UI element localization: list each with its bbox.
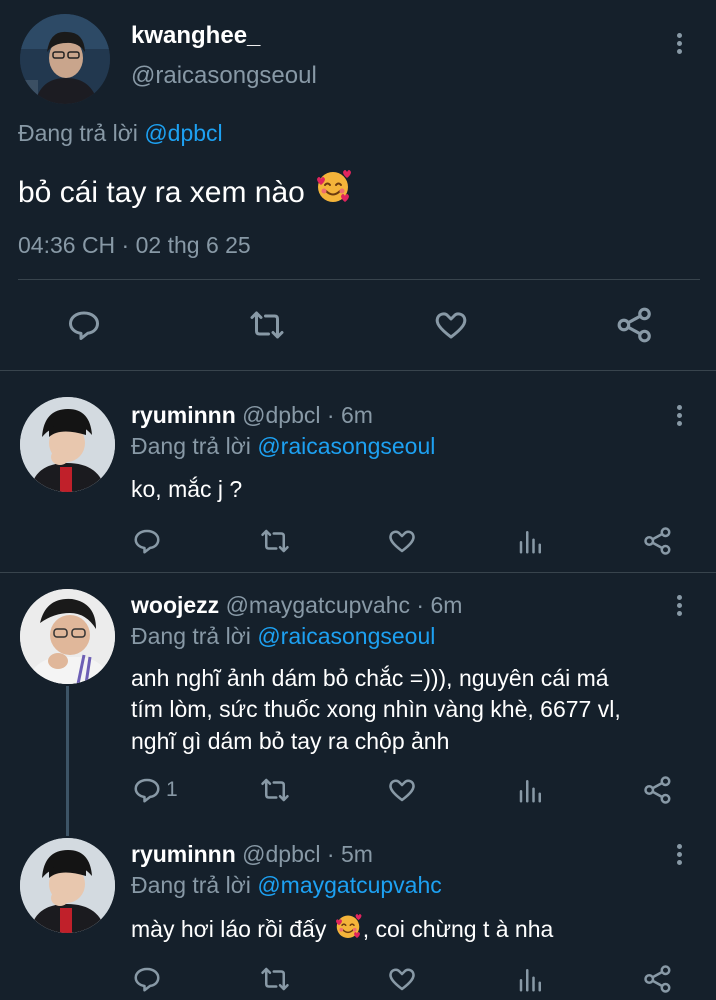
display-name[interactable]: ryuminnn: [131, 402, 236, 428]
avatar[interactable]: [20, 397, 115, 492]
replying-to-link[interactable]: @maygatcupvahc: [257, 872, 441, 898]
reply-icon[interactable]: [132, 775, 162, 805]
replying-to: Đang trả lời @maygatcupvahc: [131, 870, 442, 900]
replying-to-link[interactable]: @dpbcl: [144, 120, 222, 146]
replying-to: Đang trả lời @raicasongseoul: [131, 621, 435, 651]
share-icon[interactable]: [616, 306, 654, 344]
more-icon[interactable]: [669, 402, 689, 432]
reply-header: ryuminnn @dpbcl · 6m: [131, 400, 373, 430]
like-icon[interactable]: [386, 526, 418, 556]
display-name[interactable]: woojezz: [131, 592, 219, 618]
reply-time[interactable]: · 6m: [327, 402, 373, 428]
retweet-icon[interactable]: [247, 307, 287, 343]
replying-to: Đang trả lời @raicasongseoul: [131, 431, 435, 461]
reply-text-line: mày hơi láo rồi đấy , coi chừng t à nha: [131, 911, 553, 944]
divider: [0, 370, 716, 371]
more-icon[interactable]: [669, 30, 689, 60]
reply-text-before: mày hơi láo rồi đấy: [131, 916, 327, 942]
share-icon[interactable]: [643, 964, 673, 994]
reply-time[interactable]: · 6m: [416, 592, 462, 618]
display-name[interactable]: kwanghee_: [131, 22, 260, 50]
smiling-face-with-hearts-emoji: [335, 914, 362, 938]
replying-to: Đang trả lời @dpbcl: [18, 120, 223, 147]
reply-text-after: , coi chừng t à nha: [362, 916, 554, 942]
reply-header: woojezz @maygatcupvahc · 6m: [131, 590, 462, 620]
more-icon[interactable]: [669, 841, 689, 871]
like-icon[interactable]: [386, 775, 418, 805]
handle[interactable]: @dpbcl: [242, 841, 320, 867]
reply-icon[interactable]: [132, 526, 162, 556]
handle[interactable]: @maygatcupvahc: [226, 592, 410, 618]
display-name[interactable]: ryuminnn: [131, 841, 236, 867]
tweet-text: bỏ cái tay ra xem nào: [18, 166, 353, 210]
replying-to-label: Đang trả lời: [131, 623, 251, 649]
avatar[interactable]: [20, 838, 115, 933]
retweet-icon[interactable]: [258, 775, 292, 805]
like-icon[interactable]: [386, 964, 418, 994]
reply-count: 1: [166, 778, 178, 801]
smiling-face-with-hearts-emoji: [317, 170, 352, 202]
replying-to-label: Đang trả lời: [131, 872, 251, 898]
reply-text-line: tím lòm, sức thuốc xong nhìn vàng khè, 6…: [131, 696, 621, 722]
replying-to-link[interactable]: @raicasongseoul: [257, 433, 435, 459]
retweet-icon[interactable]: [258, 526, 292, 556]
analytics-icon[interactable]: [516, 964, 546, 994]
retweet-icon[interactable]: [258, 964, 292, 994]
divider: [18, 279, 700, 280]
analytics-icon[interactable]: [516, 775, 546, 805]
like-icon[interactable]: [432, 307, 470, 343]
handle[interactable]: @raicasongseoul: [131, 62, 317, 90]
avatar[interactable]: [20, 14, 110, 104]
reply-text-line: nghĩ gì dám bỏ tay ra chộp ảnh: [131, 728, 450, 754]
replying-to-label: Đang trả lời: [18, 120, 138, 146]
reply-text-line: ko, mắc j ?: [131, 476, 243, 502]
reply-time[interactable]: · 5m: [327, 841, 373, 867]
divider: [0, 572, 716, 573]
avatar-photo: [20, 589, 115, 684]
reply-header: ryuminnn @dpbcl · 5m: [131, 839, 373, 869]
reply-text-line: anh nghĩ ảnh dám bỏ chắc =))), nguyên cá…: [131, 665, 609, 691]
share-icon[interactable]: [643, 775, 673, 805]
thread-connector-line: [66, 686, 69, 836]
replying-to-link[interactable]: @raicasongseoul: [257, 623, 435, 649]
avatar[interactable]: [20, 589, 115, 684]
tweet-timestamp[interactable]: 04:36 CH · 02 thg 6 25: [18, 232, 251, 259]
tweet-text-content: bỏ cái tay ra xem nào: [18, 176, 305, 209]
analytics-icon[interactable]: [516, 526, 546, 556]
replying-to-label: Đang trả lời: [131, 433, 251, 459]
share-icon[interactable]: [643, 526, 673, 556]
reply-icon[interactable]: [66, 307, 102, 343]
reply-icon[interactable]: [132, 964, 162, 994]
avatar-photo: [20, 397, 115, 492]
more-icon[interactable]: [669, 592, 689, 622]
avatar-photo: [20, 14, 110, 104]
handle[interactable]: @dpbcl: [242, 402, 320, 428]
avatar-photo: [20, 838, 115, 933]
